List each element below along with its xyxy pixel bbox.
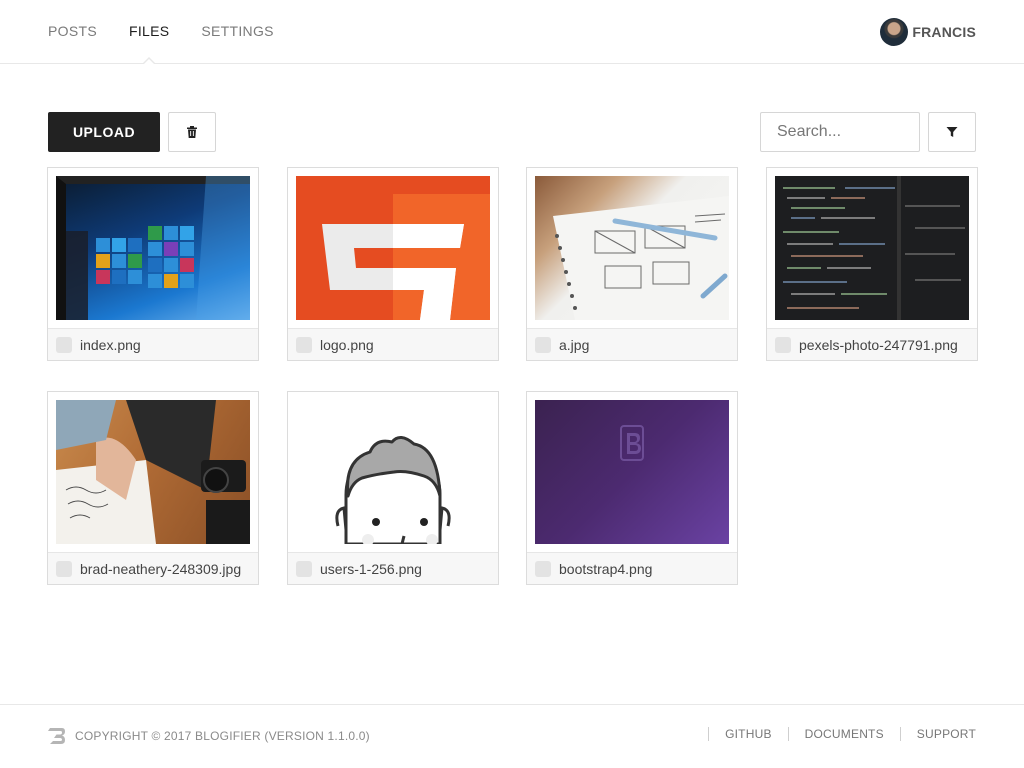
file-card[interactable]: a.jpg <box>526 167 738 361</box>
file-checkbox[interactable] <box>775 336 791 353</box>
divider <box>787 727 789 741</box>
footer-link-github[interactable]: GITHUB <box>725 727 772 741</box>
thumbnail-image <box>535 176 729 320</box>
footer-link-support[interactable]: SUPPORT <box>917 727 976 741</box>
divider <box>708 727 710 741</box>
thumbnail-image <box>296 176 490 320</box>
thumbnail-image <box>775 176 969 320</box>
search-input[interactable] <box>760 112 920 152</box>
file-card[interactable]: users-1-256.png <box>287 391 499 585</box>
file-name: users-1-256.png <box>320 560 422 577</box>
file-card[interactable]: pexels-photo-247791.png <box>766 167 978 361</box>
file-card[interactable]: logo.png <box>287 167 499 361</box>
thumbnail-image <box>56 176 250 320</box>
file-name: brad-neathery-248309.jpg <box>80 560 242 577</box>
file-checkbox[interactable] <box>56 560 72 577</box>
divider <box>899 727 901 741</box>
filter-button[interactable] <box>928 112 976 152</box>
filter-icon <box>946 127 958 137</box>
nav-files[interactable]: FILES <box>129 0 169 65</box>
thumbnail-image <box>535 400 729 544</box>
thumbnail-image <box>296 400 490 544</box>
file-name: index.png <box>80 336 141 353</box>
file-name: logo.png <box>320 336 374 353</box>
blogifier-logo-icon <box>48 728 65 744</box>
delete-button[interactable] <box>168 112 216 152</box>
file-checkbox[interactable] <box>535 336 551 353</box>
footer-links: GITHUB DOCUMENTS SUPPORT <box>692 727 976 741</box>
file-checkbox[interactable] <box>535 560 551 577</box>
main-nav: POSTS FILES SETTINGS <box>48 0 306 65</box>
copyright-text: COPYRIGHT © 2017 BLOGIFIER (VERSION 1.1.… <box>75 729 370 743</box>
file-checkbox[interactable] <box>296 336 312 353</box>
file-name: pexels-photo-247791.png <box>799 336 958 353</box>
thumbnail-image <box>56 400 250 544</box>
user-menu[interactable]: FRANCIS <box>880 18 976 46</box>
nav-settings[interactable]: SETTINGS <box>201 0 273 63</box>
avatar <box>880 18 909 46</box>
file-card[interactable]: bootstrap4.png <box>526 391 738 585</box>
footer-link-documents[interactable]: DOCUMENTS <box>805 727 884 741</box>
file-checkbox[interactable] <box>296 560 312 577</box>
file-checkbox[interactable] <box>56 336 72 353</box>
user-name: FRANCIS <box>912 24 976 40</box>
file-card[interactable]: brad-neathery-248309.jpg <box>47 391 259 585</box>
file-name: a.jpg <box>559 336 590 353</box>
trash-icon <box>187 126 197 138</box>
upload-button[interactable]: UPLOAD <box>48 112 160 152</box>
file-card[interactable]: index.png <box>47 167 259 361</box>
file-name: bootstrap4.png <box>559 560 653 577</box>
nav-posts[interactable]: POSTS <box>48 0 97 63</box>
footer: COPYRIGHT © 2017 BLOGIFIER (VERSION 1.1.… <box>0 704 1024 768</box>
top-navbar: POSTS FILES SETTINGS FRANCIS <box>0 0 1024 65</box>
